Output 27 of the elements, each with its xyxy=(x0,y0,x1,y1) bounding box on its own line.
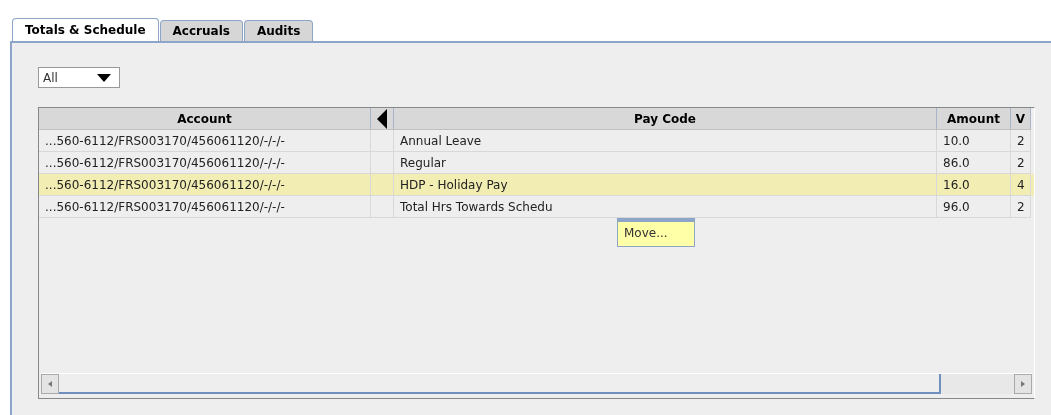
horizontal-scrollbar[interactable] xyxy=(41,373,1032,394)
table-cell: 2 xyxy=(1011,130,1031,152)
column-header[interactable]: Account xyxy=(39,108,371,130)
table-cell: 4 xyxy=(1011,174,1031,196)
table-cell: ...560-6112/FRS003170/456061120/-/-/- xyxy=(39,130,371,152)
column-header[interactable]: V xyxy=(1011,108,1031,130)
table-cell: 96.0 xyxy=(937,196,1011,218)
column-header[interactable]: Pay Code xyxy=(394,108,937,130)
scroll-right-icon xyxy=(1021,381,1025,387)
filter-dropdown[interactable]: All xyxy=(38,67,120,88)
menu-item[interactable]: Move... xyxy=(618,224,694,244)
empty-cell xyxy=(371,196,394,218)
column-header[interactable]: Amount xyxy=(937,108,1011,130)
tab[interactable]: Audits xyxy=(243,20,314,41)
scrollbar-thumb[interactable] xyxy=(59,374,941,394)
table-cell: ...560-6112/FRS003170/456061120/-/-/- xyxy=(39,196,371,218)
table-cell: 2 xyxy=(1011,196,1031,218)
tab[interactable]: Totals & Schedule xyxy=(12,18,159,41)
left-arrow-icon[interactable] xyxy=(377,108,387,129)
caret-icon xyxy=(97,73,111,82)
scroll-left-icon xyxy=(48,381,52,387)
table-cell: ...560-6112/FRS003170/456061120/-/-/- xyxy=(39,174,371,196)
table-cell: 10.0 xyxy=(937,130,1011,152)
table-cell: 16.0 xyxy=(937,174,1011,196)
table-cell: HDP - Holiday Pay xyxy=(394,174,937,196)
tab[interactable]: Accruals xyxy=(159,20,243,41)
table-cell: Annual Leave xyxy=(394,130,937,152)
